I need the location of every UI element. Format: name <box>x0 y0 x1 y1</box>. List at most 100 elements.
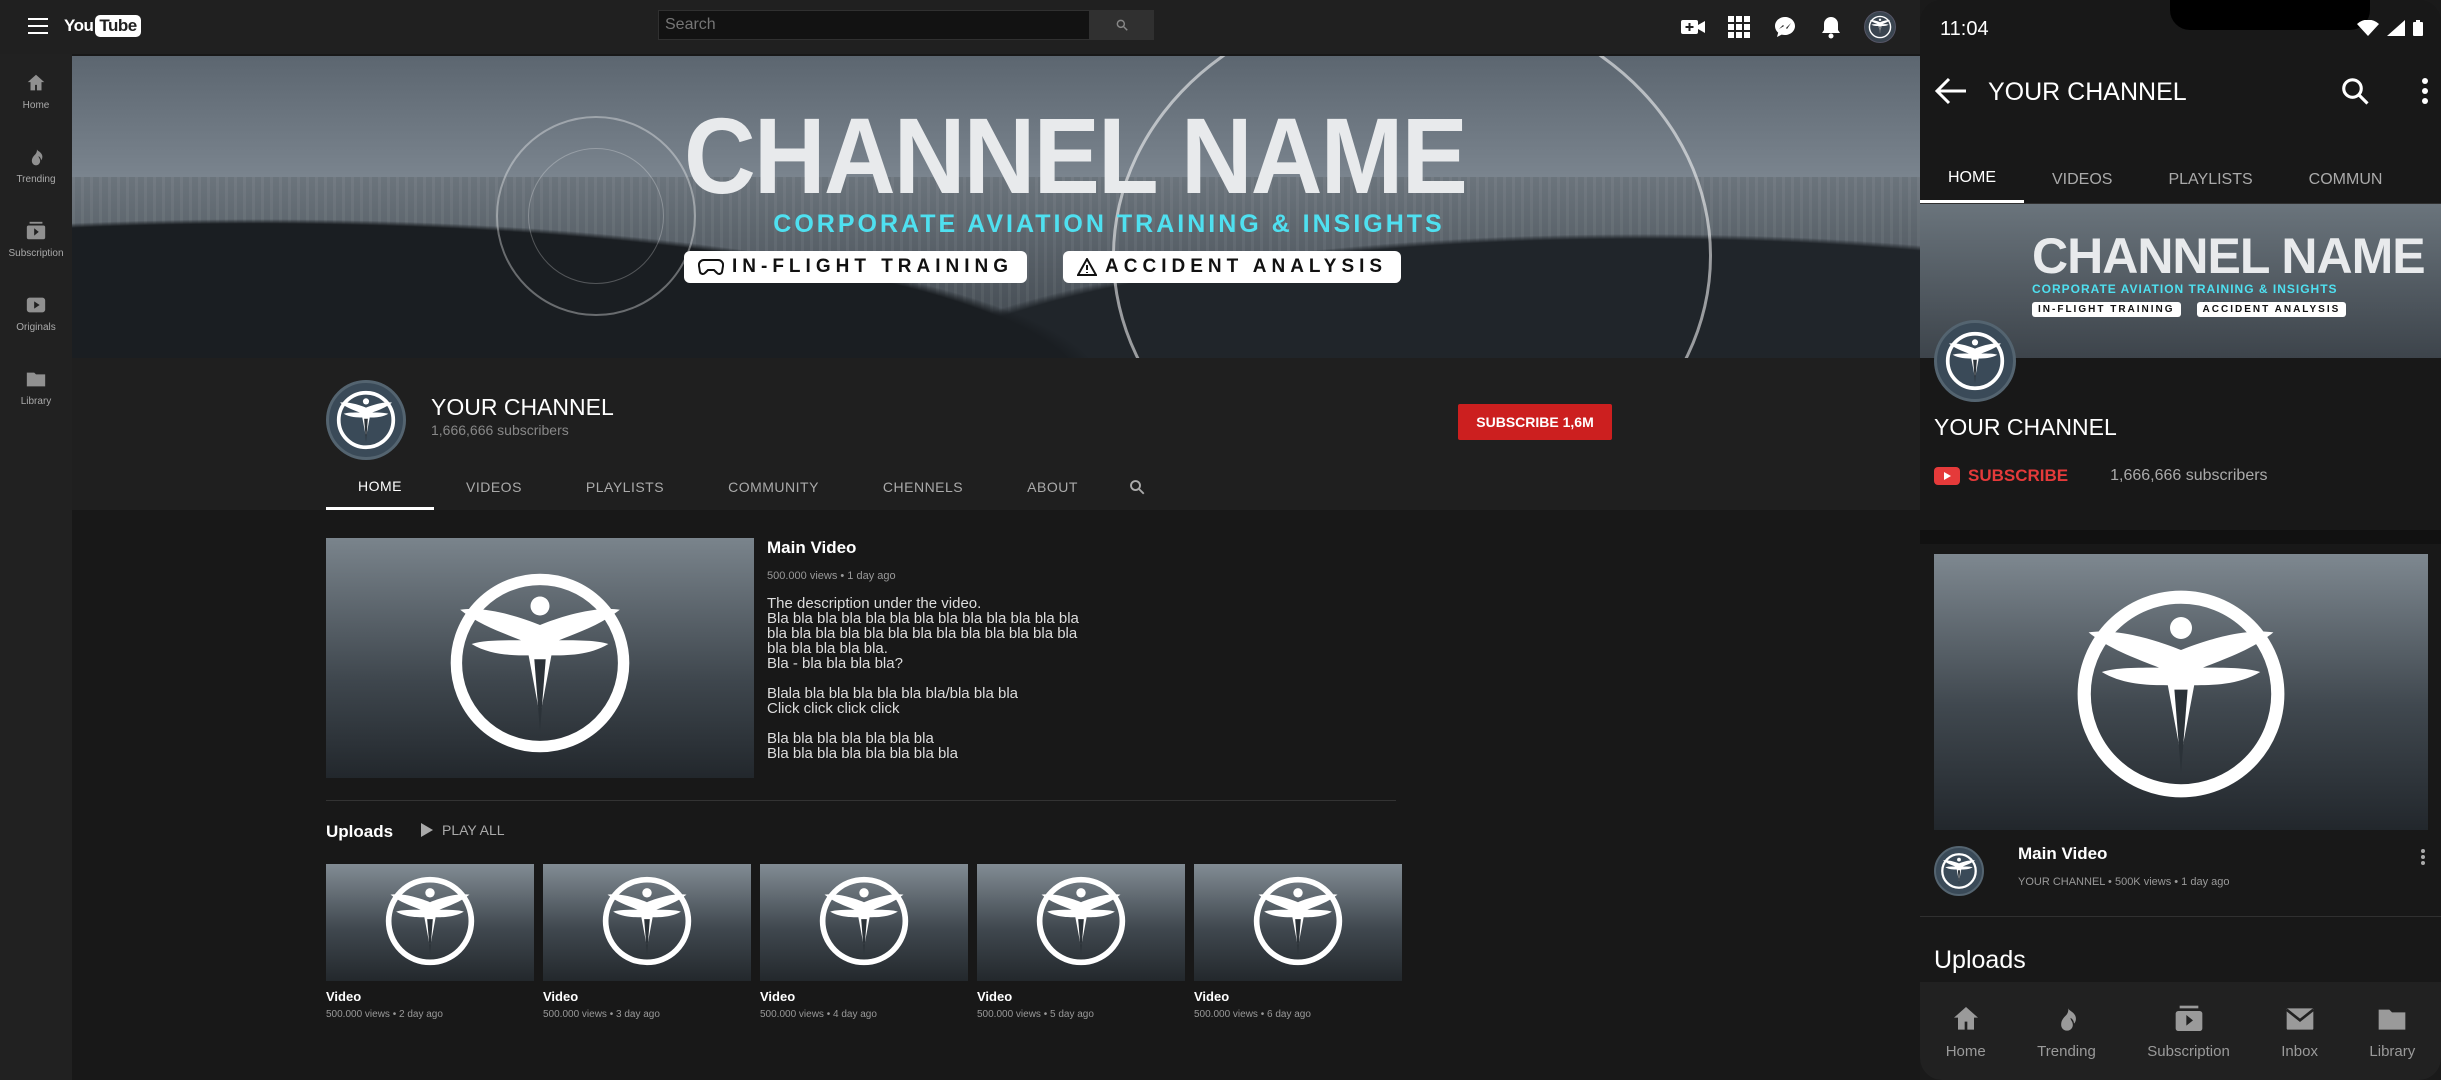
nav-subscription[interactable]: Subscription <box>0 202 72 276</box>
video-camera-icon[interactable] <box>1680 14 1706 40</box>
nav-trending[interactable]: Trending <box>0 128 72 202</box>
channel-avatar[interactable] <box>326 380 406 460</box>
apps-grid-icon[interactable] <box>1726 14 1752 40</box>
nav-label: Home <box>22 99 50 111</box>
channel-avatar[interactable] <box>1934 320 2016 402</box>
uploads-heading: Uploads <box>1934 946 2026 974</box>
video-thumbnail[interactable] <box>543 864 751 981</box>
video-thumbnail[interactable] <box>760 864 968 981</box>
video-title[interactable]: Video <box>760 989 968 1004</box>
menu-icon[interactable] <box>28 18 48 34</box>
pill-label: ACCIDENT ANALYSIS <box>1105 256 1388 277</box>
nav-label: Originals <box>16 321 56 333</box>
search-button[interactable] <box>1090 10 1154 40</box>
subscribe-button[interactable]: SUBSCRIBE <box>1934 466 2068 486</box>
tab-channels[interactable]: CHENNELS <box>851 464 995 510</box>
main-video-title[interactable]: Main Video <box>767 538 856 558</box>
tab-videos[interactable]: VIDEOS <box>434 464 554 510</box>
tab-playlists[interactable]: PLAYLISTS <box>554 464 696 510</box>
youtube-play-icon <box>1934 467 1960 485</box>
video-thumbnail[interactable] <box>977 864 1185 981</box>
nav-label: Home <box>1945 1042 1986 1060</box>
tab-home[interactable]: HOME <box>326 464 434 510</box>
nav-library[interactable]: Library <box>0 350 72 424</box>
channel-search-button[interactable] <box>1110 464 1164 510</box>
video-title[interactable]: Video <box>326 989 534 1004</box>
search-icon[interactable] <box>2340 76 2370 106</box>
tab-about[interactable]: ABOUT <box>995 464 1110 510</box>
video-card[interactable]: Video 500.000 views • 5 day ago <box>977 864 1185 1020</box>
flame-icon <box>31 148 43 165</box>
channel-emblem-logo <box>600 874 694 968</box>
channel-name: YOUR CHANNEL <box>431 394 614 420</box>
video-card[interactable]: Video 500.000 views • 3 day ago <box>543 864 751 1020</box>
video-title[interactable]: Video <box>543 989 751 1004</box>
section-separator <box>1920 530 2441 544</box>
video-meta: 500.000 views • 4 day ago <box>760 1009 877 1020</box>
nav-label: Library <box>20 395 52 407</box>
subscribe-row: SUBSCRIBE 1,666,666 subscribers <box>1934 466 2268 486</box>
account-avatar-icon[interactable] <box>1864 11 1896 43</box>
video-meta: 500.000 views • 6 day ago <box>1194 1009 1311 1020</box>
phone-notch <box>2170 0 2370 30</box>
search-input[interactable] <box>658 10 1090 40</box>
more-vertical-icon[interactable] <box>2420 76 2430 106</box>
inbox-icon <box>2285 1007 2314 1030</box>
video-thumbnail[interactable] <box>1194 864 1402 981</box>
tab-home[interactable]: HOME <box>1920 156 2024 203</box>
search-bar <box>658 10 1154 40</box>
flame-icon <box>2060 1006 2076 1031</box>
status-icons <box>2357 20 2423 36</box>
video-card[interactable]: Video 500.000 views • 4 day ago <box>760 864 968 1020</box>
bell-icon[interactable] <box>1818 14 1844 40</box>
video-card[interactable]: Video 500.000 views • 6 day ago <box>1194 864 1402 1020</box>
subscribe-button[interactable]: SUBSCRIBE 1,6M <box>1458 404 1612 440</box>
folder-icon <box>26 372 46 386</box>
nav-home[interactable]: Home <box>1946 1003 1986 1060</box>
controller-icon <box>698 259 724 275</box>
video-thumbnail[interactable] <box>326 864 534 981</box>
nav-label: Trending <box>16 173 56 185</box>
main-video-thumbnail[interactable] <box>1934 554 2428 830</box>
warning-icon <box>1077 258 1098 276</box>
play-all-button[interactable]: PLAY ALL <box>420 822 505 838</box>
video-channel-avatar[interactable] <box>1934 846 1984 896</box>
nav-library[interactable]: Library <box>2369 1003 2415 1060</box>
video-meta: 500.000 views • 5 day ago <box>977 1009 1094 1020</box>
tab-community[interactable]: COMMUN <box>2281 156 2411 203</box>
nav-inbox[interactable]: Inbox <box>2281 1003 2318 1060</box>
home-icon <box>1953 1006 1978 1030</box>
video-title[interactable]: Video <box>977 989 1185 1004</box>
back-arrow-icon[interactable] <box>1934 76 1968 106</box>
main-video-title[interactable]: Main Video <box>2018 844 2107 864</box>
youtube-logo[interactable]: You Tube <box>64 15 141 37</box>
main-video-thumbnail[interactable] <box>326 538 754 778</box>
tab-playlists[interactable]: PLAYLISTS <box>2140 156 2280 203</box>
subscriber-count: 1,666,666 subscribers <box>2110 467 2268 484</box>
nav-originals[interactable]: Originals <box>0 276 72 350</box>
video-meta: 500.000 views • 3 day ago <box>543 1009 660 1020</box>
tab-community[interactable]: COMMUNITY <box>696 464 851 510</box>
video-card[interactable]: Video 500.000 views • 2 day ago <box>326 864 534 1020</box>
mobile-title: YOUR CHANNEL <box>1988 78 2187 106</box>
channel-emblem-logo <box>817 874 911 968</box>
banner-pill-accident: ACCIDENT ANALYSIS <box>2196 302 2347 317</box>
status-bar: 11:04 <box>1920 0 2441 56</box>
channel-emblem-logo <box>440 568 640 758</box>
more-vertical-icon[interactable] <box>2420 848 2426 866</box>
channel-emblem-logo <box>1251 874 1345 968</box>
nav-home[interactable]: Home <box>0 54 72 128</box>
nav-trending[interactable]: Trending <box>2037 1003 2096 1060</box>
banner-text: CHANNEL NAME CORPORATE AVIATION TRAINING… <box>2032 231 2426 317</box>
channel-name: YOUR CHANNEL <box>1934 414 2117 440</box>
tab-videos[interactable]: VIDEOS <box>2024 156 2140 203</box>
desktop-view: You Tube Home Trending Subscripti <box>0 0 1920 1080</box>
banner-subtitle: CORPORATE AVIATION TRAINING & INSIGHTS <box>2032 282 2338 296</box>
banner-pill-accident: ACCIDENT ANALYSIS <box>1063 251 1402 283</box>
messages-icon[interactable] <box>1772 14 1798 40</box>
signal-icon <box>2387 20 2405 36</box>
video-title[interactable]: Video <box>1194 989 1402 1004</box>
pill-label: IN-FLIGHT TRAINING <box>732 256 1014 277</box>
main-video-meta: 500.000 views • 1 day ago <box>767 570 896 582</box>
nav-subscription[interactable]: Subscription <box>2147 1003 2230 1060</box>
